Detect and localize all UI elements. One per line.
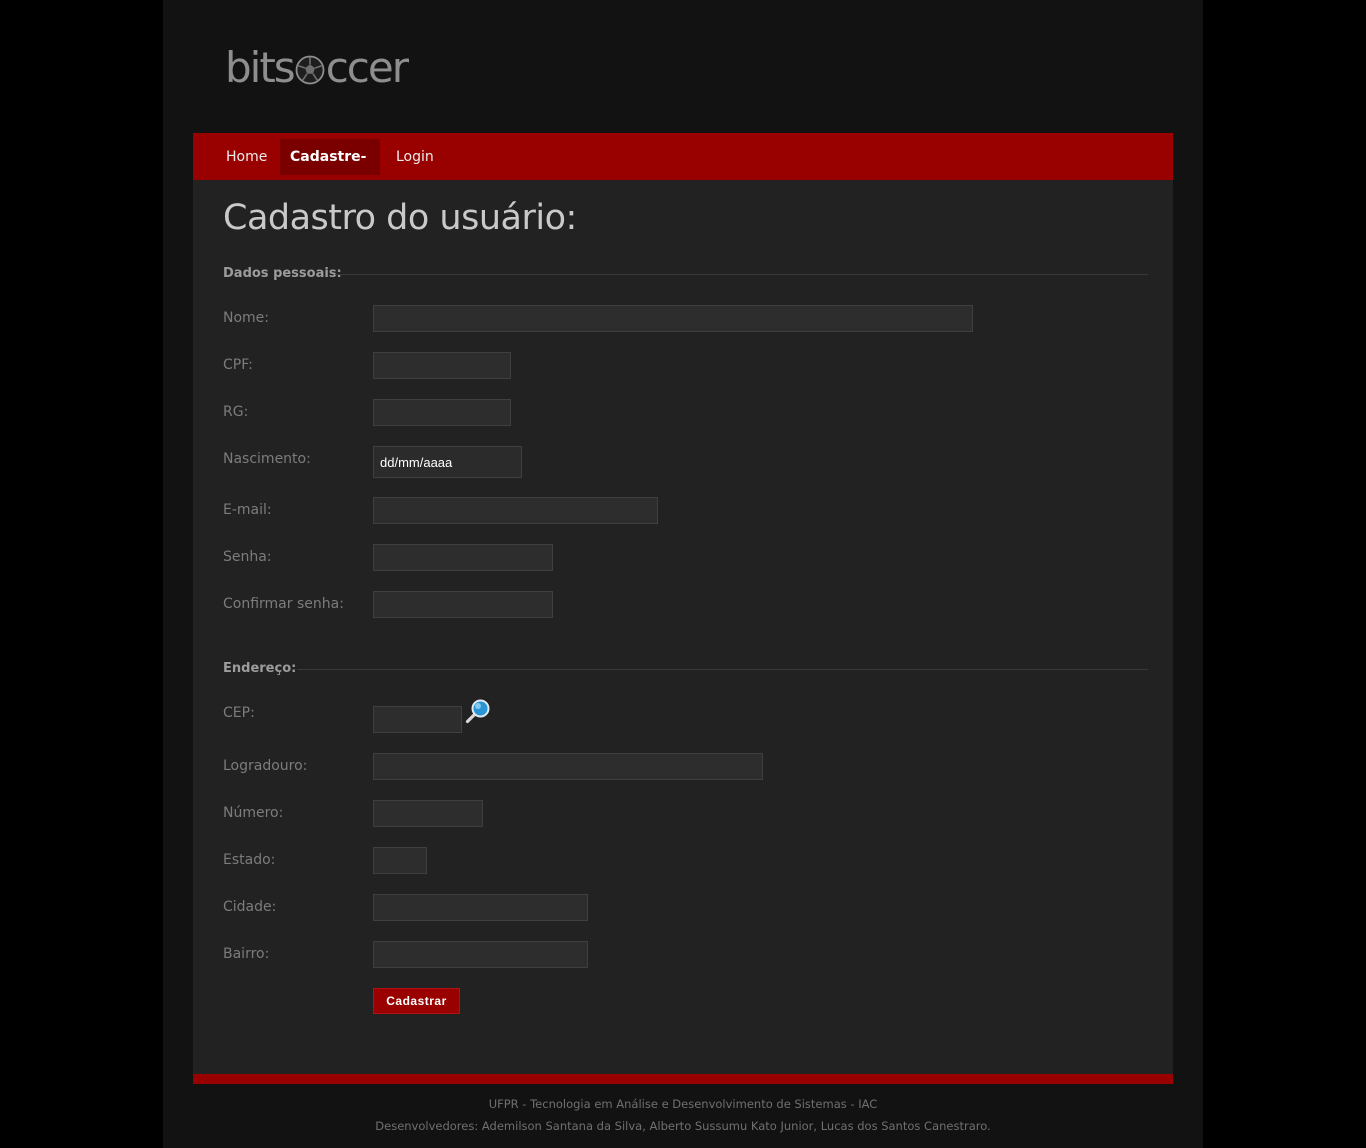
- content-panel: Cadastro do usuário: Dados pessoais: Nom…: [193, 180, 1173, 1074]
- footer-institution: UFPR - Tecnologia em Análise e Desenvolv…: [488, 1097, 878, 1111]
- main-nav: Home Cadastre-se Login: [193, 133, 1173, 201]
- cidade-label: Cidade:: [223, 899, 277, 915]
- footer-developers: Desenvolvedores: Ademilson Santana da Si…: [375, 1119, 991, 1133]
- nav-item-login[interactable]: Login: [386, 139, 444, 175]
- nome-label: Nome:: [223, 310, 270, 326]
- legend-divider: [297, 669, 1148, 670]
- estado-field[interactable]: [373, 847, 427, 874]
- nome-field[interactable]: [373, 305, 973, 332]
- bairro-label: Bairro:: [223, 946, 270, 962]
- email-field[interactable]: [373, 497, 658, 524]
- cidade-field[interactable]: [373, 894, 588, 921]
- confirmar-senha-label: Confirmar senha:: [223, 596, 344, 612]
- magnifier-icon[interactable]: [465, 698, 491, 724]
- page-wrapper: bits ccer Home Cadastre-se Login Cadastr…: [163, 0, 1203, 1148]
- nav-item-cadastre-se[interactable]: Cadastre-se: [280, 139, 380, 201]
- page-title: Cadastro do usuário:: [223, 198, 577, 238]
- confirmar-senha-field[interactable]: [373, 591, 553, 618]
- rg-field[interactable]: [373, 399, 511, 426]
- cep-field[interactable]: [373, 706, 462, 733]
- address-legend: Endereço:: [223, 661, 297, 676]
- senha-label: Senha:: [223, 549, 272, 565]
- logradouro-field[interactable]: [373, 753, 763, 780]
- logo-text-end: ccer: [325, 43, 409, 92]
- nav-item-home[interactable]: Home: [216, 139, 277, 175]
- senha-field[interactable]: [373, 544, 553, 571]
- logo-text-start: bits: [225, 43, 296, 92]
- rg-label: RG:: [223, 404, 249, 420]
- personal-data-legend: Dados pessoais:: [223, 266, 342, 281]
- soccer-ball-icon: [295, 55, 325, 85]
- site-logo[interactable]: bits ccer: [225, 40, 409, 96]
- cep-label: CEP:: [223, 705, 255, 721]
- cpf-label: CPF:: [223, 357, 253, 373]
- numero-label: Número:: [223, 805, 284, 821]
- logradouro-label: Logradouro:: [223, 758, 308, 774]
- estado-label: Estado:: [223, 852, 276, 868]
- bairro-field[interactable]: [373, 941, 588, 968]
- nascimento-label: Nascimento:: [223, 451, 311, 467]
- cadastrar-button[interactable]: Cadastrar: [373, 988, 460, 1014]
- email-label: E-mail:: [223, 502, 272, 518]
- legend-divider: [335, 274, 1148, 275]
- numero-field[interactable]: [373, 800, 483, 827]
- footer-bar: [193, 1074, 1173, 1084]
- cpf-field[interactable]: [373, 352, 511, 379]
- nascimento-date-field[interactable]: [373, 446, 522, 478]
